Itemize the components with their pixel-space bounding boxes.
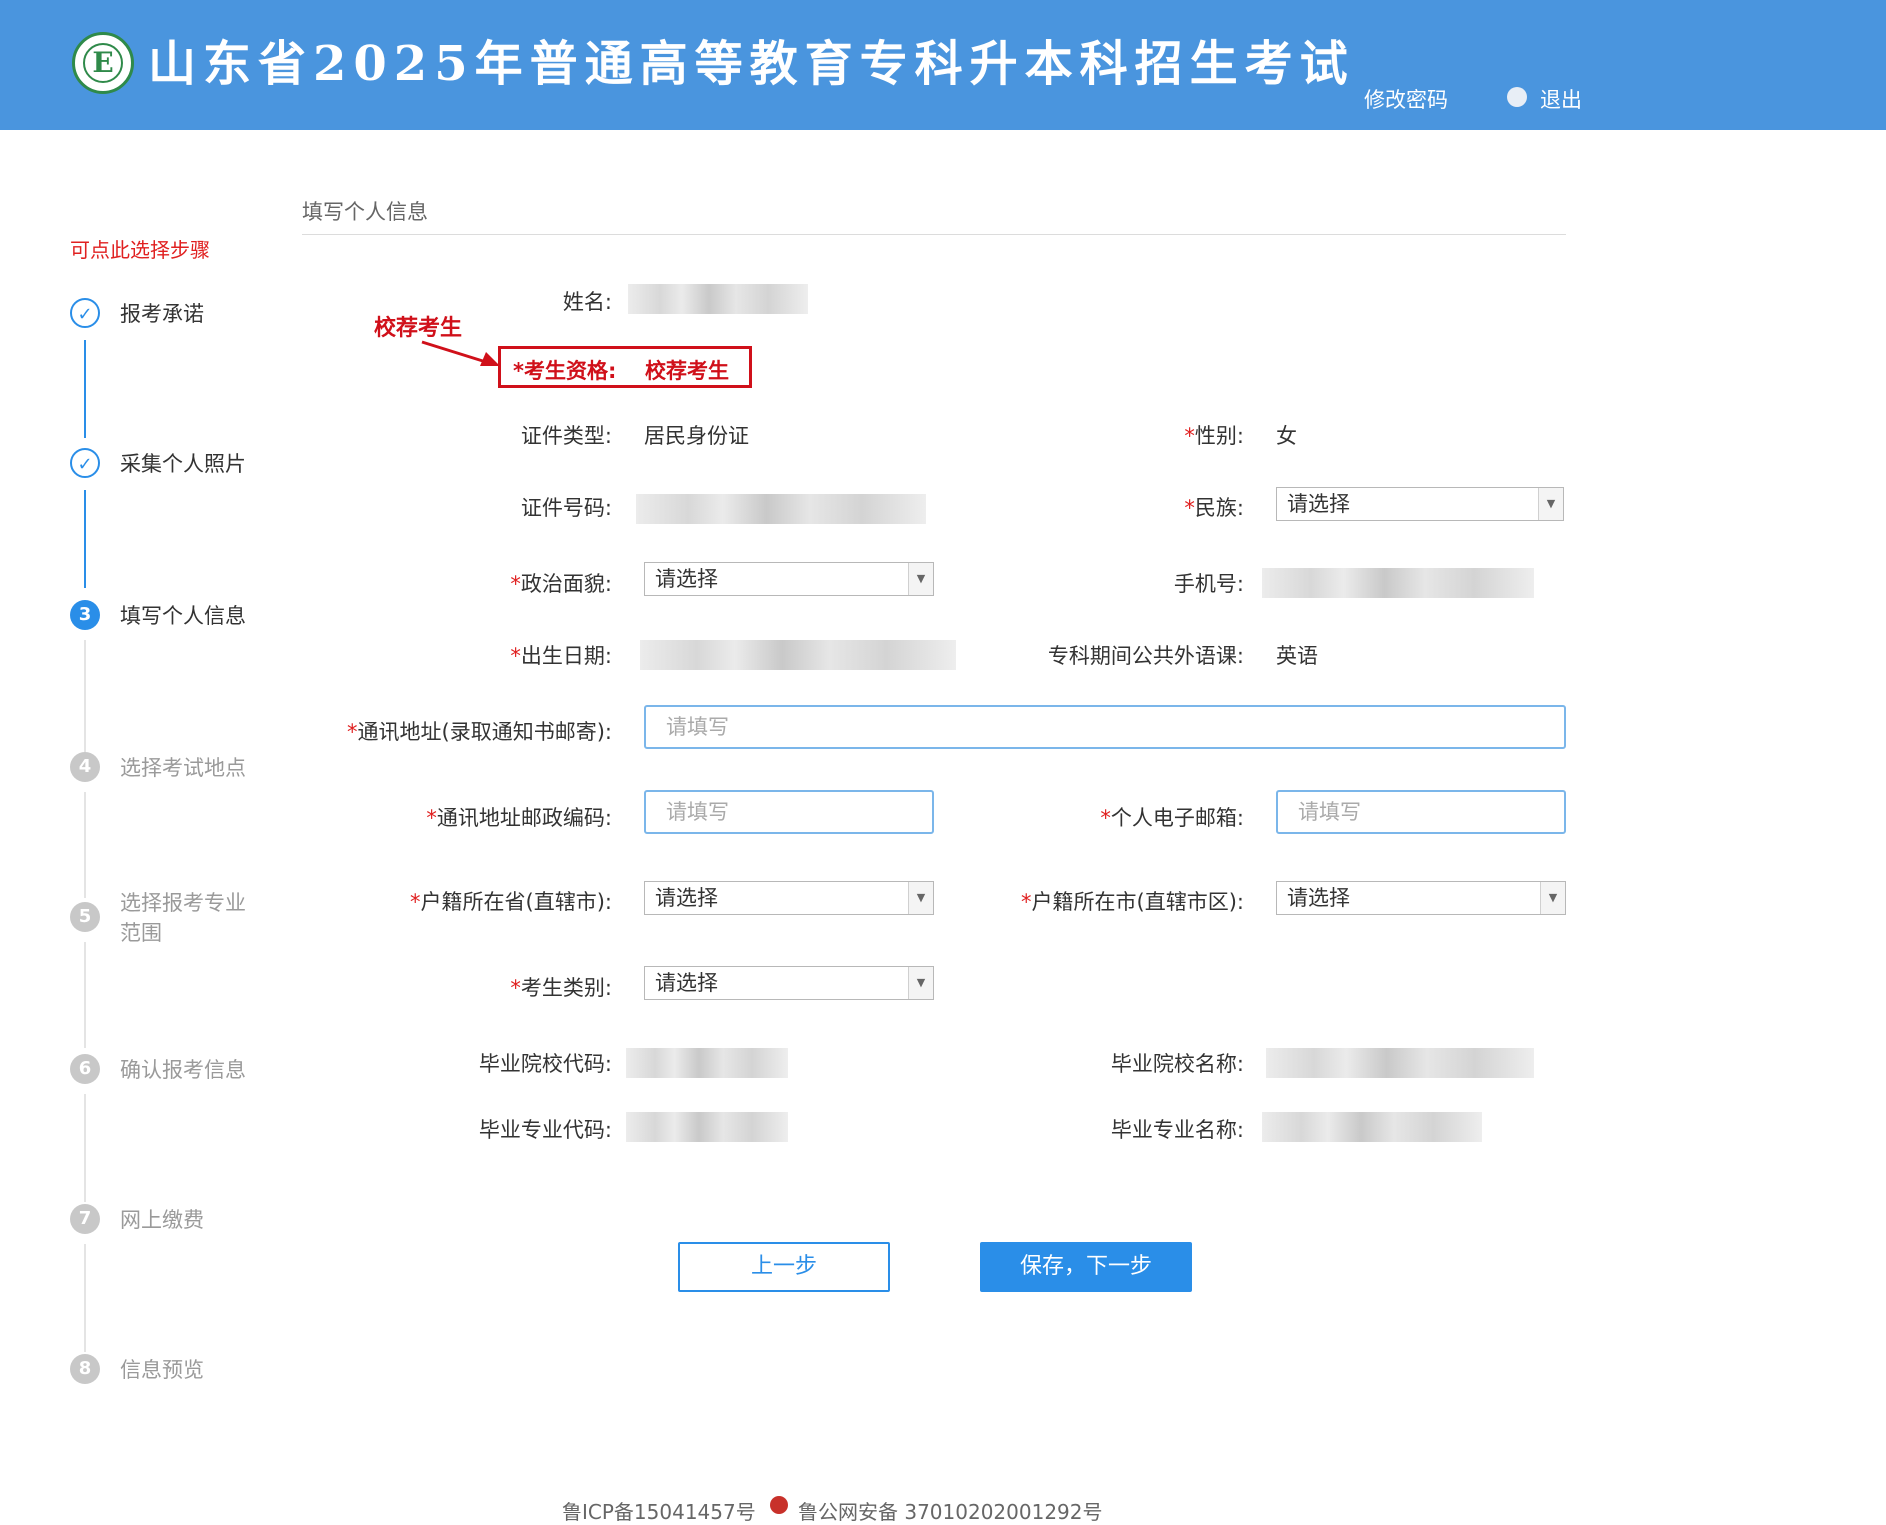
- email-input[interactable]: 请填写: [1276, 790, 1566, 834]
- category-select[interactable]: 请选择 ▼: [644, 966, 934, 1000]
- logout-link[interactable]: 退出: [1540, 84, 1582, 114]
- section-divider: [302, 234, 1566, 235]
- name-value-blurred: [628, 284, 808, 314]
- step-label: 采集个人照片: [120, 452, 246, 476]
- category-label: *考生类别:: [510, 976, 612, 1000]
- qualification-label: *考生资格:: [513, 359, 617, 383]
- step-label: 报考承诺: [120, 302, 204, 326]
- step-number: 3: [70, 600, 100, 630]
- phone-label: 手机号:: [1173, 572, 1244, 596]
- province-label: *户籍所在省(直辖市):: [410, 890, 612, 914]
- change-password-link[interactable]: 修改密码: [1364, 84, 1448, 114]
- step-number: 6: [70, 1054, 100, 1084]
- birth-date-blurred: [640, 640, 956, 670]
- province-select[interactable]: 请选择 ▼: [644, 881, 934, 915]
- site-title: 山东省2025年普通高等教育专科升本科招生考试: [148, 36, 1355, 92]
- school-name-label: 毕业院校名称:: [1110, 1052, 1244, 1076]
- school-code-blurred: [626, 1048, 788, 1078]
- step-connector: [84, 640, 86, 752]
- step-label: 填写个人信息: [120, 604, 246, 628]
- section-title: 填写个人信息: [302, 200, 428, 224]
- save-next-button[interactable]: 保存，下一步: [980, 1242, 1192, 1292]
- check-icon: ✓: [70, 448, 100, 478]
- step-tip: 可点此选择步骤: [70, 238, 210, 262]
- step-connector: [84, 792, 86, 898]
- political-status-select[interactable]: 请选择 ▼: [644, 562, 934, 596]
- prev-step-button[interactable]: 上一步: [678, 1242, 890, 1292]
- step-number: 8: [70, 1354, 100, 1384]
- major-code-label: 毕业专业代码:: [478, 1118, 612, 1142]
- step-label: 网上缴费: [120, 1208, 204, 1232]
- gender-value: 女: [1276, 424, 1297, 448]
- step-number: 4: [70, 752, 100, 782]
- chevron-down-icon: ▼: [1538, 488, 1563, 520]
- ethnicity-select[interactable]: 请选择 ▼: [1276, 487, 1564, 521]
- postcode-label: *通讯地址邮政编码:: [426, 806, 612, 830]
- ethnicity-label: *民族:: [1184, 496, 1244, 520]
- id-number-label: 证件号码:: [520, 496, 612, 520]
- police-badge-icon: [770, 1496, 788, 1514]
- annotation-arrow-icon: [421, 340, 500, 366]
- postcode-input[interactable]: 请填写: [644, 790, 934, 834]
- gender-label: *性别:: [1184, 424, 1244, 448]
- step-label: 信息预览: [120, 1358, 204, 1382]
- step-connector: [84, 490, 86, 588]
- chevron-down-icon: ▼: [908, 882, 933, 914]
- step-number: 7: [70, 1204, 100, 1234]
- step-label: 选择考试地点: [120, 756, 246, 780]
- school-name-blurred: [1266, 1048, 1534, 1078]
- name-label: 姓名:: [562, 290, 612, 314]
- foreign-language-label: 专科期间公共外语课:: [1047, 644, 1244, 668]
- qualification-value: 校荐考生: [645, 359, 729, 383]
- city-select[interactable]: 请选择 ▼: [1276, 881, 1566, 915]
- chevron-down-icon: ▼: [908, 563, 933, 595]
- major-name-blurred: [1262, 1112, 1482, 1142]
- step-number: 5: [70, 902, 100, 932]
- qualification-highlight: *考生资格: 校荐考生: [498, 346, 752, 388]
- step-connector: [84, 1094, 86, 1202]
- icp-record[interactable]: 鲁ICP备15041457号: [562, 1496, 756, 1525]
- political-label: *政治面貌:: [510, 572, 612, 596]
- major-code-blurred: [626, 1112, 788, 1142]
- user-icon: [1507, 87, 1527, 107]
- police-record[interactable]: 鲁公网安备 37010202001292号: [798, 1496, 1103, 1525]
- site-logo: E: [72, 32, 134, 94]
- step-label: 选择报考专业范围: [120, 891, 246, 945]
- foreign-language-value: 英语: [1276, 644, 1318, 668]
- check-icon: ✓: [70, 298, 100, 328]
- id-type-label: 证件类型:: [520, 424, 612, 448]
- chevron-down-icon: ▼: [1540, 882, 1565, 914]
- major-name-label: 毕业专业名称:: [1110, 1118, 1244, 1142]
- chevron-down-icon: ▼: [908, 967, 933, 999]
- step-connector: [84, 942, 86, 1048]
- step-connector: [84, 340, 86, 438]
- email-label: *个人电子邮箱:: [1100, 806, 1244, 830]
- city-label: *户籍所在市(直辖市区):: [1021, 890, 1244, 914]
- id-number-blurred: [636, 494, 926, 524]
- address-input[interactable]: 请填写: [644, 705, 1566, 749]
- id-type-value: 居民身份证: [644, 424, 749, 448]
- birth-date-label: *出生日期:: [510, 644, 612, 668]
- address-label: *通讯地址(录取通知书邮寄):: [347, 720, 612, 744]
- step-connector: [84, 1244, 86, 1352]
- step-label: 确认报考信息: [120, 1058, 246, 1082]
- school-code-label: 毕业院校代码:: [478, 1052, 612, 1076]
- logo-letter: E: [83, 43, 123, 83]
- phone-value-blurred: [1262, 568, 1534, 598]
- top-header: E 山东省2025年普通高等教育专科升本科招生考试 修改密码 退出: [0, 0, 1886, 130]
